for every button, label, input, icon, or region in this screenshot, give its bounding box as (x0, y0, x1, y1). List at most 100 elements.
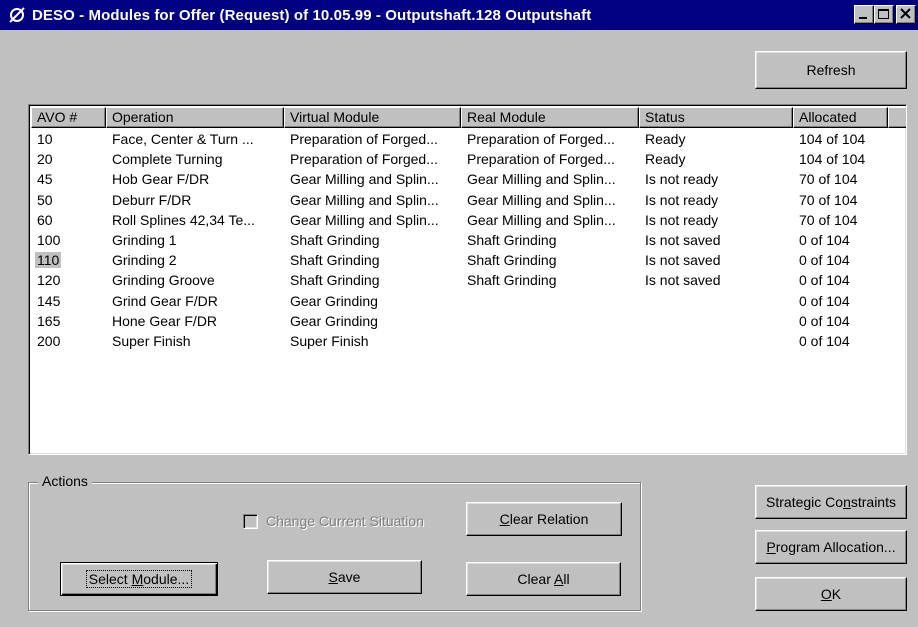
cell-real-module (461, 312, 639, 332)
table-header: AVO # Operation Virtual Module Real Modu… (31, 107, 906, 128)
minimize-button[interactable] (854, 5, 874, 24)
cell-avo: 50 (37, 191, 53, 208)
cell-status: Is not saved (645, 272, 721, 289)
cell-real-module: Shaft Grinding (467, 252, 557, 269)
cell-virtual-module: Preparation of Forged... (290, 151, 438, 168)
ok-button[interactable]: OK (755, 577, 907, 611)
cell-avo: 100 (37, 231, 61, 248)
cell-operation: Hob Gear F/DR (112, 171, 210, 188)
cell-status (639, 332, 793, 352)
cell-operation: Face, Center & Turn ... (112, 131, 254, 147)
change-situation-checkbox[interactable] (243, 513, 258, 529)
cell-allocated: 70 of 104 (799, 211, 858, 228)
clear-all-label: Clear All (517, 571, 570, 587)
cell-operation: Grinding 1 (112, 231, 177, 248)
cell-status (639, 292, 793, 312)
cell-virtual-module: Gear Milling and Splin... (290, 191, 439, 208)
modules-table[interactable]: AVO # Operation Virtual Module Real Modu… (28, 104, 907, 455)
table-row[interactable]: 20 Complete Turning Preparation of Forged.… (31, 150, 888, 170)
maximize-icon (878, 9, 889, 19)
cell-avo: 120 (37, 272, 61, 289)
cell-virtual-module: Gear Grinding (290, 312, 378, 329)
cell-allocated: 104 of 104 (799, 151, 866, 168)
cell-real-module: Gear Milling and Splin... (467, 171, 616, 188)
cell-real-module (461, 332, 639, 352)
cell-virtual-module: Gear Grinding (290, 292, 378, 309)
close-icon (900, 8, 911, 19)
cell-avo: 145 (37, 292, 61, 309)
column-header-operation[interactable]: Operation (106, 107, 284, 128)
clear-relation-label: Clear Relation (499, 511, 589, 527)
refresh-label: Refresh (806, 62, 856, 78)
column-header-avo[interactable]: AVO # (31, 107, 106, 128)
cell-avo: 110 (31, 251, 106, 271)
table-row[interactable]: 45 Hob Gear F/DR Gear Milling and Splin...… (31, 170, 888, 190)
cell-operation: Grind Gear F/DR (112, 292, 218, 309)
cell-real-module: Gear Milling and Splin... (467, 191, 616, 208)
table-row[interactable]: 60 Roll Splines 42,34 Te... Gear Milling a… (31, 211, 888, 231)
table-row[interactable]: 110 Grinding 2 Shaft Grinding Shaft Grindin… (31, 251, 888, 271)
cell-virtual-module: Preparation of Forged... (290, 131, 438, 147)
change-situation-checkbox-row[interactable]: Change Current Situation (243, 513, 424, 529)
cell-virtual-module: Shaft Grinding (290, 252, 380, 269)
strategic-constraints-button[interactable]: Strategic Constraints (755, 485, 907, 519)
save-button[interactable]: Save (267, 560, 422, 594)
cell-virtual-module: Super Finish (290, 332, 369, 349)
clear-all-button[interactable]: Clear All (466, 562, 621, 596)
cell-operation: Deburr F/DR (112, 191, 192, 208)
ok-label: OK (820, 586, 842, 602)
select-module-button[interactable]: Select Module... (60, 562, 218, 596)
cell-status: Ready (645, 151, 686, 168)
cell-status: Is not saved (645, 252, 721, 269)
cell-allocated: 70 of 104 (799, 171, 858, 188)
cell-allocated: 0 of 104 (799, 312, 850, 329)
cell-avo: 45 (37, 171, 53, 188)
cell-avo: 165 (37, 312, 61, 329)
column-header-real-module[interactable]: Real Module (461, 107, 639, 128)
cell-status: Is not ready (645, 171, 719, 188)
table-row[interactable]: 10 Face, Center & Turn ... Preparation of … (31, 130, 888, 150)
cell-operation: Complete Turning (112, 151, 223, 168)
table-row[interactable]: 200 Super Finish Super Finish 0 of 104 (31, 332, 888, 352)
column-header-allocated[interactable]: Allocated (793, 107, 888, 128)
maximize-button[interactable] (874, 5, 894, 24)
cell-operation: Roll Splines 42,34 Te... (112, 211, 255, 228)
table-body: 10 Face, Center & Turn ... Preparation of … (31, 130, 888, 352)
close-button[interactable] (896, 5, 916, 24)
cell-status: Is not ready (645, 211, 719, 228)
cell-avo: 20 (37, 151, 53, 168)
program-allocation-button[interactable]: Program Allocation... (755, 530, 907, 564)
cell-allocated: 0 of 104 (799, 231, 850, 248)
cell-allocated: 70 of 104 (799, 191, 858, 208)
actions-group-label: Actions (38, 473, 92, 489)
cell-avo: 10 (37, 131, 53, 147)
table-row[interactable]: 145 Grind Gear F/DR Gear Grinding 0 of 104 (31, 292, 888, 312)
refresh-button[interactable]: Refresh (755, 51, 907, 89)
cell-real-module: Shaft Grinding (467, 272, 557, 289)
cell-allocated: 104 of 104 (799, 131, 866, 147)
table-row[interactable]: 100 Grinding 1 Shaft Grinding Shaft Grindin… (31, 231, 888, 251)
column-header-virtual-module[interactable]: Virtual Module (284, 107, 461, 128)
table-row[interactable]: 120 Grinding Groove Shaft Grinding Shaft Gr… (31, 271, 888, 291)
strategic-constraints-label: Strategic Constraints (766, 494, 896, 510)
cell-real-module: Gear Milling and Splin... (467, 211, 616, 228)
cell-operation: Super Finish (112, 332, 191, 349)
cell-operation: Grinding 2 (112, 252, 177, 269)
cell-real-module (461, 292, 639, 312)
table-row[interactable]: 50 Deburr F/DR Gear Milling and Splin... Ge… (31, 191, 888, 211)
selected-avo: 110 (35, 252, 62, 269)
clear-relation-button[interactable]: Clear Relation (466, 502, 622, 536)
minimize-icon (859, 17, 867, 19)
title-bar[interactable]: DESO - Modules for Offer (Request) of 10… (0, 0, 918, 30)
cell-real-module: Preparation of Forged... (467, 151, 615, 168)
column-header-status[interactable]: Status (639, 107, 793, 128)
cell-status: Is not saved (645, 231, 721, 248)
cell-avo: 60 (37, 211, 53, 228)
cell-real-module: Shaft Grinding (467, 231, 557, 248)
app-icon[interactable] (6, 4, 28, 26)
column-header-filler (888, 107, 906, 128)
change-situation-label: Change Current Situation (266, 513, 424, 529)
select-module-label: Select Module... (85, 570, 193, 588)
cell-virtual-module: Shaft Grinding (290, 272, 380, 289)
table-row[interactable]: 165 Hone Gear F/DR Gear Grinding 0 of 104 (31, 312, 888, 332)
